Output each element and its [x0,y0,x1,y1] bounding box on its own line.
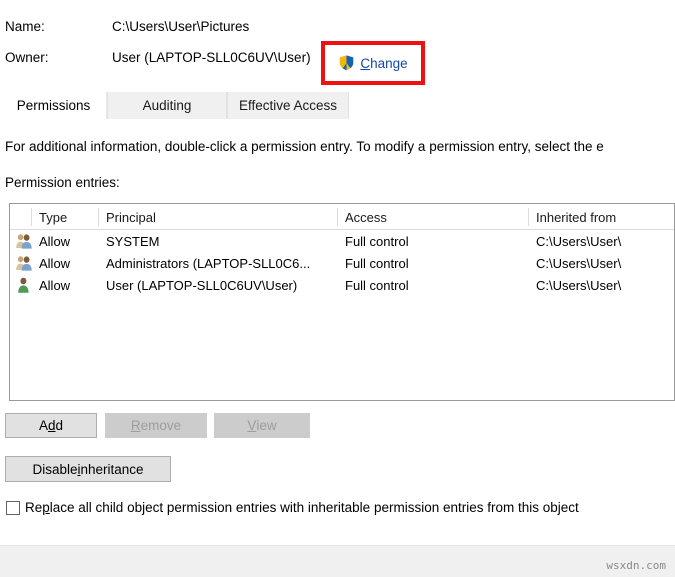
replace-label-pre: Re [25,500,42,515]
cell-inherited-from: C:\Users\User\ [528,230,674,252]
replace-label-mnemonic: p [42,500,50,515]
add-button-post: d [56,418,64,433]
cell-type: Allow [31,274,97,296]
change-link-rest: hange [370,56,408,71]
cell-type: Allow [31,252,97,274]
disable-inheritance-button[interactable]: Disable inheritance [5,456,171,482]
tab-permissions[interactable]: Permissions [0,92,107,119]
disable-inheritance-post: nheritance [80,462,143,477]
cell-principal: Administrators (LAPTOP-SLL0C6... [98,252,328,274]
change-link-mnemonic: C [360,56,370,71]
cell-principal: SYSTEM [98,230,328,252]
remove-button-post: emove [141,418,182,433]
replace-child-permissions-row[interactable]: Replace all child object permission entr… [6,500,579,515]
uac-shield-icon [338,54,355,72]
view-button[interactable]: View [214,413,310,438]
owner-field-row: Owner: User (LAPTOP-SLL0C6UV\User) [0,50,311,65]
column-header-access[interactable]: Access [337,204,527,230]
tab-strip: Permissions Auditing Effective Access [0,92,675,119]
owner-label: Owner: [0,50,112,65]
permission-entries-list[interactable]: Type Principal Access Inherited from All… [9,203,675,401]
add-button-mnemonic: d [48,418,56,433]
replace-child-permissions-checkbox[interactable] [6,501,20,515]
table-row[interactable]: Allow User (LAPTOP-SLL0C6UV\User) Full c… [10,274,674,296]
disable-inheritance-pre: Disable [32,462,77,477]
footer-bar: wsxdn.com [0,545,675,577]
cell-inherited-from: C:\Users\User\ [528,274,674,296]
column-header-principal[interactable]: Principal [98,204,328,230]
tab-auditing-label: Auditing [143,98,192,113]
cell-type: Allow [31,230,97,252]
name-label: Name: [0,19,112,34]
tab-auditing[interactable]: Auditing [107,92,227,119]
cell-access: Full control [337,252,527,274]
view-button-post: iew [256,418,276,433]
tab-strip-filler [349,92,675,119]
tab-effective-access[interactable]: Effective Access [227,92,349,119]
cell-principal: User (LAPTOP-SLL0C6UV\User) [98,274,328,296]
column-header-type[interactable]: Type [31,204,97,230]
name-value: C:\Users\User\Pictures [112,19,249,34]
table-row[interactable]: Allow SYSTEM Full control C:\Users\User\ [10,230,674,252]
remove-button[interactable]: Remove [105,413,207,438]
add-button[interactable]: Add [5,413,97,438]
info-text: For additional information, double-click… [5,139,675,154]
cell-access: Full control [337,230,527,252]
replace-label-post: lace all child object permission entries… [50,500,579,515]
owner-value: User (LAPTOP-SLL0C6UV\User) [112,50,311,65]
replace-child-permissions-label: Replace all child object permission entr… [25,500,579,515]
table-row[interactable]: Allow Administrators (LAPTOP-SLL0C6... F… [10,252,674,274]
view-button-mnemonic: V [247,418,256,433]
cell-inherited-from: C:\Users\User\ [528,252,674,274]
column-header-inherited-from[interactable]: Inherited from [528,204,674,230]
name-field-row: Name: C:\Users\User\Pictures [0,19,249,34]
tab-permissions-label: Permissions [17,98,91,113]
add-button-pre: A [39,418,48,433]
change-link-highlight-box: Change [321,41,425,85]
change-owner-link[interactable]: Change [360,56,407,71]
permissions-dialog: Name: C:\Users\User\Pictures Owner: User… [0,0,675,577]
list-column-header: Type Principal Access Inherited from [10,204,674,230]
cell-access: Full control [337,274,527,296]
tab-effective-access-label: Effective Access [239,98,337,113]
change-owner-control[interactable]: Change [325,45,421,81]
permission-entries-label: Permission entries: [5,175,120,190]
remove-button-mnemonic: R [131,418,141,433]
watermark: wsxdn.com [606,559,666,572]
